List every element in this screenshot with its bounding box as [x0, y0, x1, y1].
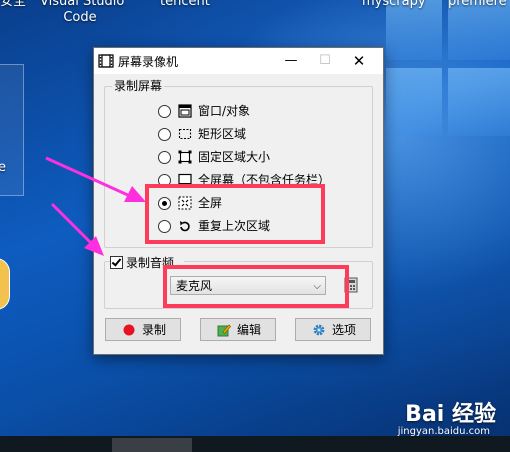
- maximize-button[interactable]: ☐: [308, 48, 342, 74]
- options-button[interactable]: 选项: [295, 318, 371, 341]
- edit-button[interactable]: 编辑: [200, 318, 276, 341]
- desktop-icon-premiere[interactable]: premiere: [448, 0, 507, 10]
- window-title: 屏幕录像机: [118, 55, 179, 69]
- desktop-app-icon-partial[interactable]: [0, 258, 10, 310]
- annotation-box-fullscreen-options: [145, 184, 325, 244]
- wallpaper-pane: [448, 68, 510, 136]
- desktop-icon-label: Visual Studio Code: [40, 0, 125, 25]
- option-fixed-region[interactable]: 固定区域大小: [158, 149, 338, 167]
- minimize-button[interactable]: —: [274, 48, 308, 74]
- record-dot-icon: [123, 324, 135, 336]
- fixed-region-icon: [178, 150, 192, 164]
- edit-icon: [217, 324, 231, 337]
- option-window-object[interactable]: 窗口/对象: [158, 103, 338, 121]
- label-rectangle-area: 矩形区域: [198, 127, 247, 141]
- gear-icon: [313, 324, 325, 336]
- desktop-icon-myscrapy[interactable]: myscrapy: [362, 0, 426, 10]
- desktop-icon-tencent[interactable]: tencent: [160, 0, 210, 10]
- rectangle-selection-icon: [178, 128, 192, 140]
- taskbar: [0, 436, 510, 452]
- record-screen-legend: 录制屏幕: [112, 79, 165, 93]
- close-button[interactable]: ✕: [342, 48, 376, 74]
- window-icon: [178, 104, 192, 118]
- desktop-icon-vscode[interactable]: Visual Studio Code: [40, 0, 124, 26]
- label-window-object: 窗口/对象: [198, 104, 251, 118]
- desktop-icon-selection-box: [0, 64, 24, 196]
- record-button[interactable]: 录制: [105, 318, 181, 341]
- radio-window-object[interactable]: [158, 105, 171, 118]
- record-button-label: 录制: [142, 323, 167, 337]
- label-fixed-region: 固定区域大小: [198, 150, 271, 164]
- taskbar-app-item[interactable]: [112, 438, 192, 452]
- desktop-icon-left-top[interactable]: 安全: [0, 0, 26, 10]
- baidu-watermark-url: jingyan.baidu.com: [397, 426, 490, 437]
- option-rectangle-area[interactable]: 矩形区域: [158, 126, 338, 144]
- radio-rectangle-area[interactable]: [158, 128, 171, 141]
- annotation-box-audio-device: [163, 265, 349, 308]
- record-audio-checkbox[interactable]: [110, 256, 123, 269]
- options-button-label: 选项: [332, 323, 357, 337]
- edit-button-label: 编辑: [237, 323, 262, 337]
- film-icon: [98, 54, 114, 68]
- baidu-watermark: Bai 经验: [405, 402, 496, 427]
- wallpaper-pane: [386, 68, 442, 136]
- radio-fixed-region[interactable]: [158, 151, 171, 164]
- title-bar[interactable]: 屏幕录像机 — ☐ ✕: [94, 48, 383, 74]
- desktop-icon-edge-partial[interactable]: e: [0, 160, 6, 176]
